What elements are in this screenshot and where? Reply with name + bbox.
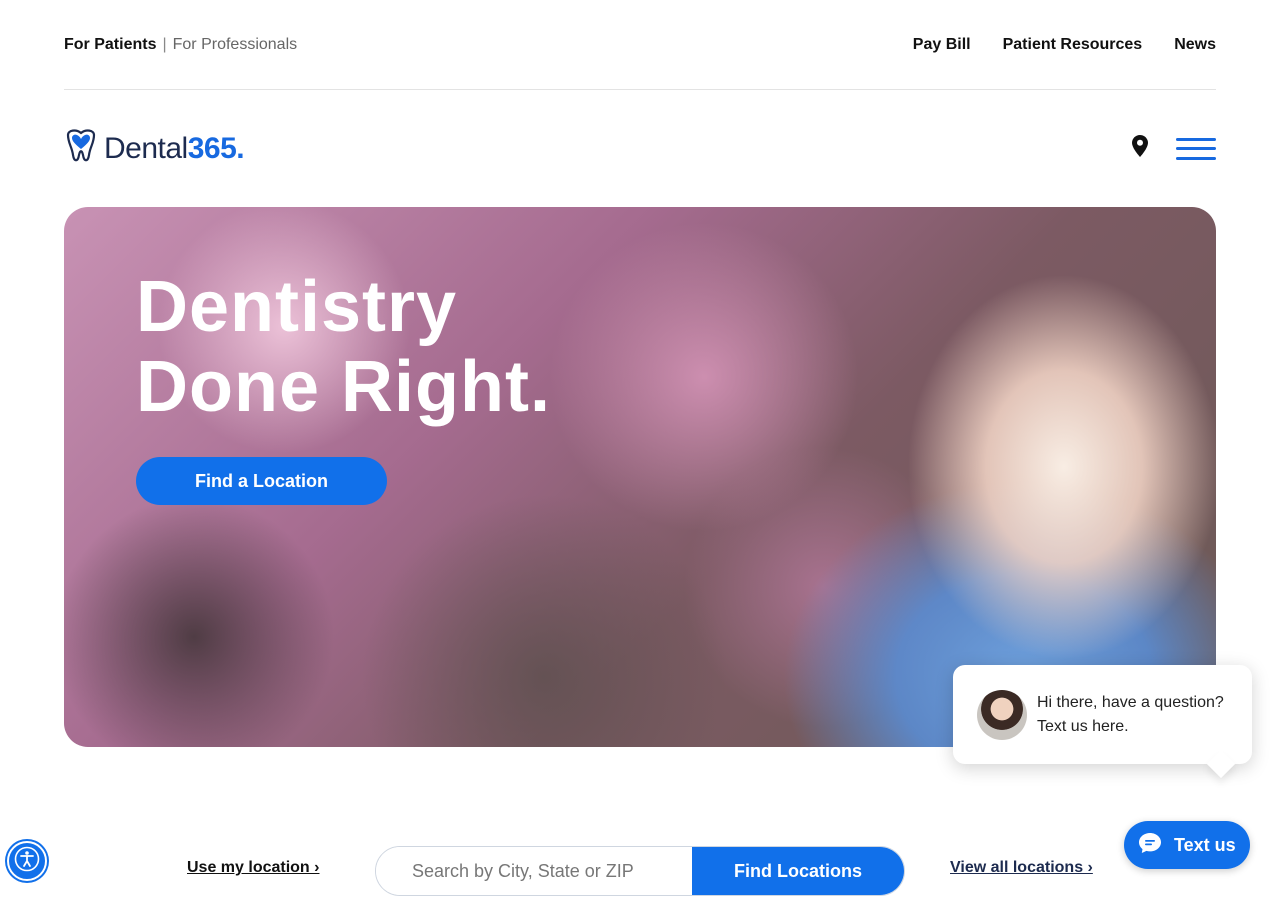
patient-resources-link[interactable]: Patient Resources — [1003, 36, 1143, 54]
text-us-button[interactable]: Text us — [1124, 821, 1250, 869]
location-search-row: Use my location › Find Locations View al… — [0, 846, 1280, 896]
site-header: Dental365. — [64, 90, 1216, 207]
use-my-location-link[interactable]: Use my location › — [187, 859, 319, 877]
pay-bill-link[interactable]: Pay Bill — [913, 36, 971, 54]
accessibility-icon — [14, 846, 40, 877]
tooth-heart-icon — [64, 129, 98, 168]
header-actions — [1132, 135, 1216, 162]
utility-nav: Pay Bill Patient Resources News — [913, 36, 1216, 54]
hero-heading: Dentistry Done Right. — [136, 267, 551, 427]
text-us-label: Text us — [1174, 834, 1236, 855]
location-search-input[interactable] — [376, 847, 692, 895]
for-patients-link[interactable]: For Patients — [64, 36, 156, 54]
hero-heading-line2: Done Right. — [136, 347, 551, 427]
logo-dot: . — [236, 131, 245, 165]
dental365-logo[interactable]: Dental365. — [64, 129, 245, 168]
chat-popup[interactable]: Hi there, have a question? Text us here. — [953, 665, 1252, 764]
audience-separator: | — [162, 35, 167, 53]
hamburger-menu-icon[interactable] — [1176, 137, 1216, 160]
hero-heading-line1: Dentistry — [136, 267, 458, 347]
utility-bar: For Patients | For Professionals Pay Bil… — [64, 0, 1216, 90]
accessibility-button[interactable] — [7, 841, 47, 881]
chat-bubble-icon — [1138, 832, 1162, 859]
agent-avatar — [977, 689, 1027, 740]
logo-number: 365 — [187, 131, 237, 165]
audience-switcher: For Patients | For Professionals — [64, 36, 297, 54]
chat-message: Hi there, have a question? Text us here. — [1037, 693, 1224, 735]
location-search-form: Find Locations — [375, 846, 905, 896]
view-all-locations-link[interactable]: View all locations › — [950, 859, 1093, 877]
find-locations-button[interactable]: Find Locations — [692, 847, 904, 895]
logo-word: Dental — [104, 131, 188, 165]
find-a-location-button[interactable]: Find a Location — [136, 457, 387, 505]
for-professionals-link[interactable]: For Professionals — [173, 36, 298, 54]
news-link[interactable]: News — [1174, 36, 1216, 54]
logo-wordmark: Dental365. — [104, 131, 245, 166]
map-pin-icon[interactable] — [1132, 135, 1148, 162]
